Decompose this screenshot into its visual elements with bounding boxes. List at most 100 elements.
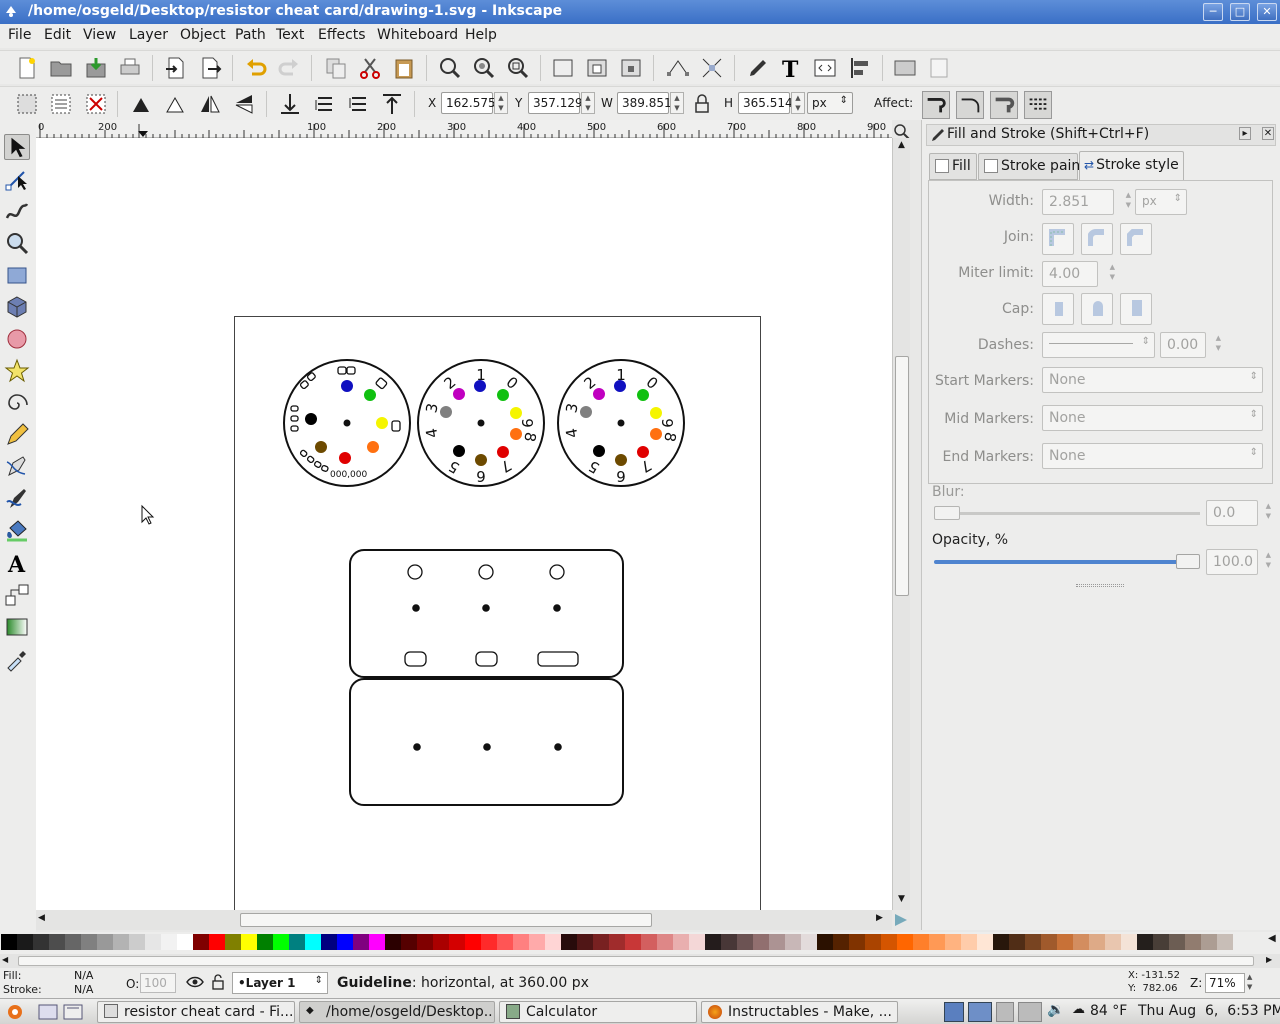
color-swatch[interactable] [1185,934,1201,950]
file-manager-icon[interactable] [63,1003,83,1021]
color-swatch[interactable] [737,934,753,950]
cap-round-button[interactable] [1081,293,1113,325]
show-desktop-icon[interactable] [38,1003,58,1021]
horizontal-scroll-thumb[interactable] [240,913,652,927]
color-swatch[interactable] [705,934,721,950]
color-swatch[interactable] [785,934,801,950]
affect-corners-icon[interactable] [956,91,984,119]
color-swatch[interactable] [369,934,385,950]
color-swatch[interactable] [113,934,129,950]
lower-icon[interactable] [312,92,336,116]
print-icon[interactable] [118,56,142,80]
workspace-1[interactable] [944,1002,964,1022]
dropper-tool-icon[interactable] [4,646,30,672]
color-swatch[interactable] [897,934,913,950]
document-properties-icon[interactable] [927,56,951,80]
end-markers-select[interactable]: None ⇕ [1042,443,1263,469]
menu-layer[interactable]: Layer [129,27,168,43]
fill-indicator[interactable]: N/A [74,969,93,982]
color-swatch[interactable] [177,934,193,950]
color-swatch[interactable] [129,934,145,950]
drawing-canvas[interactable]: 000,000 1098 765 432 1 0 9 8 7 6 5 4 3 2 [36,138,892,910]
weather-temp[interactable]: 84 °F [1090,1003,1127,1019]
color-swatch[interactable] [593,934,609,950]
import-icon[interactable] [164,56,188,80]
color-swatch[interactable] [1153,934,1169,950]
color-swatch[interactable] [497,934,513,950]
cut-icon[interactable] [358,56,382,80]
ellipse-tool-icon[interactable] [4,326,30,352]
blur-slider-thumb[interactable] [934,506,960,520]
h-field[interactable]: 365.514 ▲ ▼ [738,92,805,114]
color-swatch[interactable] [929,934,945,950]
color-swatch[interactable] [417,934,433,950]
color-swatch[interactable] [801,934,817,950]
clock[interactable]: Thu Aug 6, 6:53 PM [1138,1003,1280,1019]
width-unit-select[interactable]: px ⇕ [1135,189,1187,215]
x-spinner[interactable]: ▲ ▼ [494,92,508,114]
color-swatch[interactable] [49,934,65,950]
maximize-button[interactable]: □ [1230,3,1250,21]
rotate-cw-icon[interactable] [163,92,187,116]
selector-tool-icon[interactable] [4,134,30,160]
rectangle-tool-icon[interactable] [4,262,30,288]
text-font-icon[interactable]: T [779,56,803,80]
color-swatch[interactable] [977,934,993,950]
dash-offset-spinner[interactable]: ▲ ▼ [1216,333,1221,353]
zoom-spinner[interactable]: ▲ ▼ [1247,972,1252,992]
layer-lock-icon[interactable] [210,973,226,991]
color-swatch[interactable] [305,934,321,950]
color-swatch[interactable] [945,934,961,950]
rotate-ccw-icon[interactable] [129,92,153,116]
color-swatch[interactable] [1201,934,1217,950]
zoom-drawing-icon[interactable] [472,56,496,80]
clone-icon[interactable] [619,56,643,80]
menu-text[interactable]: Text [276,27,304,43]
color-swatch[interactable] [1009,934,1025,950]
color-swatch[interactable] [513,934,529,950]
width-spinner[interactable]: ▲ ▼ [1126,190,1131,210]
color-swatch[interactable] [81,934,97,950]
tweak-tool-icon[interactable] [4,198,30,224]
minimize-button[interactable]: ─ [1203,3,1223,21]
color-swatch[interactable] [641,934,657,950]
preferences-icon[interactable] [893,56,917,80]
color-swatch[interactable] [193,934,209,950]
color-swatch[interactable] [529,934,545,950]
scroll-up-icon[interactable]: ▲ [894,140,909,154]
zoom-field[interactable]: 71% [1205,973,1245,993]
join-bevel-button[interactable] [1120,223,1152,255]
volume-icon[interactable]: 🔉 [1047,1002,1064,1018]
palette-scroll-right-icon[interactable]: ▶ [1266,955,1272,964]
scroll-left-icon[interactable]: ◀ [38,913,52,927]
export-icon[interactable] [198,56,222,80]
duplicate-icon[interactable] [324,56,348,80]
affect-patterns-icon[interactable] [1024,91,1052,119]
color-swatch[interactable] [481,934,497,950]
workspace-3[interactable] [996,1002,1014,1022]
color-swatch[interactable] [465,934,481,950]
w-field[interactable]: 389.851 ▲ ▼ [617,92,684,114]
opacity-slider-track[interactable] [934,560,1200,564]
color-swatch[interactable] [161,934,177,950]
color-swatch[interactable] [385,934,401,950]
horizontal-scrollbar[interactable]: ◀ ▶ [36,910,892,930]
join-round-button[interactable] [1081,223,1113,255]
color-swatch[interactable] [577,934,593,950]
color-swatch[interactable] [881,934,897,950]
join-miter-button[interactable] [1042,223,1074,255]
menu-effects[interactable]: Effects [318,27,366,43]
opacity-slider-thumb[interactable] [1176,554,1200,569]
workspace-2[interactable] [968,1002,992,1022]
color-swatch[interactable] [401,934,417,950]
dash-offset-field[interactable]: 0.00 ▲ ▼ [1160,332,1221,358]
gradient-tool-icon[interactable] [4,614,30,640]
close-button[interactable]: ✕ [1257,3,1277,21]
affect-gradients-icon[interactable] [990,91,1018,119]
unit-select[interactable]: px ⇕ [807,92,853,114]
color-swatch[interactable] [1121,934,1137,950]
blur-slider-track[interactable] [934,512,1200,515]
node-tool-icon[interactable] [4,166,30,192]
node-editor-icon[interactable] [666,56,690,80]
menu-help[interactable]: Help [465,27,497,43]
